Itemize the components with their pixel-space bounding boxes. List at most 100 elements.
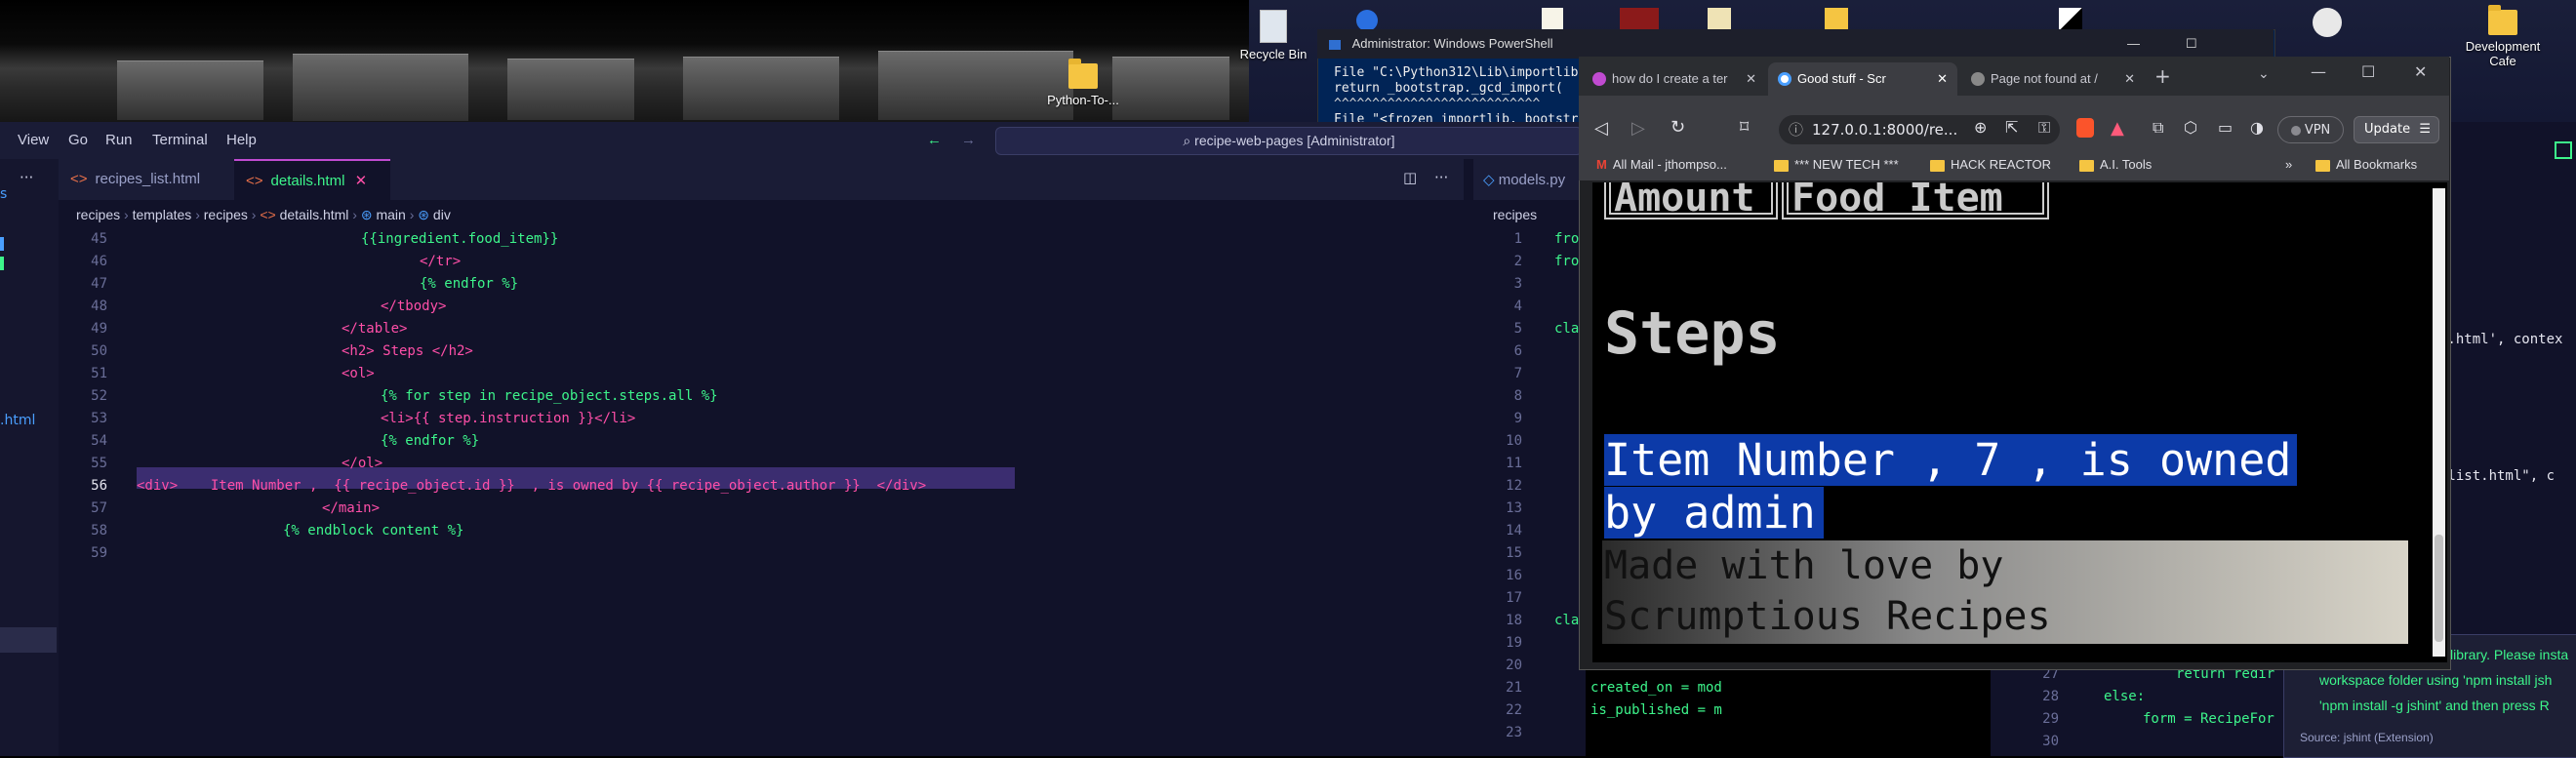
line-number: 57 <box>91 500 107 516</box>
close-tab-icon[interactable]: ✕ <box>2124 62 2135 96</box>
code-line: <div> Item Number , {{ recipe_object.id … <box>137 478 927 494</box>
code-line: {% endfor %} <box>420 276 519 292</box>
sidebar-icon[interactable]: ▭ <box>2218 118 2233 137</box>
key-icon[interactable]: ⚿ <box>2038 118 2050 138</box>
tab-models[interactable]: ◇ models.py <box>1483 171 1565 188</box>
page-viewport[interactable]: Amount Food Item Steps Item Number , 7 ,… <box>1592 182 2447 662</box>
line-number: 2 <box>1513 254 1522 269</box>
command-center[interactable]: ⌕ recipe-web-pages [Administrator] <box>995 127 1583 155</box>
line-number: 4 <box>1513 299 1522 314</box>
steps-heading: Steps <box>1604 299 1781 368</box>
close-window-icon[interactable]: ✕ <box>2414 62 2427 81</box>
code-line: fro <box>1554 231 1580 247</box>
more-actions-icon[interactable]: ··· <box>1434 169 1448 186</box>
line-number: 22 <box>1506 702 1522 718</box>
bookmark-gmail[interactable]: M All Mail - jthompso... <box>1596 149 1727 180</box>
minimize-icon[interactable]: — <box>2311 62 2326 81</box>
line-number: 56 <box>91 478 107 494</box>
overflow-icon[interactable]: » <box>2285 149 2292 180</box>
menu-run[interactable]: Run <box>105 132 133 148</box>
menu-go[interactable]: Go <box>68 132 88 148</box>
extensions-icon[interactable]: ⧉ <box>2153 118 2163 138</box>
folder-icon <box>1774 159 1789 172</box>
powershell-titlebar[interactable]: Administrator: Windows PowerShell — ☐ <box>1317 29 2274 59</box>
brave-shields-icon[interactable] <box>2076 118 2094 138</box>
notification-text: workspace folder using 'npm install jsh <box>2319 672 2553 688</box>
breadcrumb-item[interactable]: templates <box>133 207 192 222</box>
desktop-icon-recycle-bin[interactable]: Recycle Bin <box>1229 10 1317 61</box>
bookmark-folder[interactable]: HACK REACTOR <box>1930 149 2051 180</box>
puzzle-icon[interactable]: ⬡ <box>2184 118 2197 137</box>
more-icon[interactable]: ··· <box>20 169 33 186</box>
vpn-button[interactable]: VPN <box>2277 116 2344 143</box>
line-number: 9 <box>1513 411 1522 426</box>
activity-bar: s .html <box>0 159 59 756</box>
sidebar-file-fragment[interactable]: .html <box>0 413 35 428</box>
browser-tab-active[interactable]: Good stuff - Scr ✕ <box>1768 62 1957 96</box>
breadcrumb-item[interactable]: main <box>376 207 405 222</box>
forward-icon[interactable]: ▷ <box>1631 118 1645 139</box>
back-icon[interactable]: ◁ <box>1594 118 1608 139</box>
close-tab-icon[interactable]: ✕ <box>1937 62 1948 96</box>
bookmark-folder[interactable]: *** NEW TECH *** <box>1774 149 1899 180</box>
wallet-icon[interactable]: ◑ <box>2250 118 2264 137</box>
line-number: 45 <box>91 231 107 247</box>
right-breadcrumb: recipes <box>1473 200 1586 229</box>
code-line: <ol> <box>342 366 375 381</box>
tab-details[interactable]: <> details.html ✕ <box>234 159 390 200</box>
line-number: 18 <box>1506 613 1522 628</box>
menu-terminal[interactable]: Terminal <box>152 132 208 148</box>
bookmark-icon[interactable]: ⌑ <box>1740 117 1749 138</box>
code-editor-bottom[interactable]: 27 return redir 28 else: 29 form = Recip… <box>1991 658 2283 756</box>
breadcrumb-item[interactable]: details.html <box>280 207 349 222</box>
layout-icon[interactable] <box>2555 141 2572 159</box>
forward-arrow-icon[interactable]: → <box>961 132 976 148</box>
tab-search-icon[interactable]: ⌄ <box>2258 66 2270 82</box>
owner-line: Item Number , 7 , is owned <box>1604 434 2298 486</box>
code-line: {% endfor %} <box>381 433 480 449</box>
breadcrumb: recipes › templates › recipes › <> detai… <box>76 207 451 222</box>
code-line: cla <box>1554 321 1580 337</box>
page-scrollbar[interactable] <box>2433 188 2445 657</box>
browser-tab[interactable]: how do I create a ter ✕ <box>1583 62 1764 96</box>
globe-icon <box>1971 72 1985 86</box>
line-number: 59 <box>91 545 107 561</box>
code-line: created_on = mod <box>1590 680 1722 696</box>
folder-icon <box>1930 159 1945 172</box>
line-number: 14 <box>1506 523 1522 539</box>
menu-view[interactable]: View <box>18 132 49 148</box>
share-icon[interactable]: ⇱ <box>2005 118 2018 137</box>
all-bookmarks[interactable]: All Bookmarks <box>2315 149 2417 180</box>
update-button[interactable]: Update ☰ <box>2354 116 2439 143</box>
split-editor-icon[interactable]: ◫ <box>1403 169 1417 186</box>
maximize-icon[interactable]: ☐ <box>2186 29 2197 59</box>
close-tab-icon[interactable]: ✕ <box>1746 62 1756 96</box>
menu-help[interactable]: Help <box>226 132 257 148</box>
brave-rewards-icon[interactable]: ▲ <box>2111 118 2124 139</box>
footer: Made with love by Scrumptious Recipes <box>1602 540 2408 644</box>
reload-icon[interactable]: ↻ <box>1670 117 1685 138</box>
line-number: 12 <box>1506 478 1522 494</box>
bookmark-folder[interactable]: A.I. Tools <box>2079 149 2152 180</box>
breadcrumb-item[interactable]: recipes <box>204 207 248 222</box>
close-icon[interactable]: ✕ <box>355 173 368 189</box>
new-tab-icon[interactable]: + <box>2154 64 2171 88</box>
back-arrow-icon[interactable]: ← <box>927 132 942 148</box>
maximize-icon[interactable]: ☐ <box>2361 62 2375 81</box>
browser-tab[interactable]: Page not found at / ✕ <box>1961 62 2143 96</box>
breadcrumb-item[interactable]: recipes <box>1493 207 1537 222</box>
globe-icon <box>1778 72 1791 86</box>
menu-bar: View Go Run Terminal Help ← → ⌕ recipe-w… <box>0 122 1586 159</box>
zoom-icon[interactable]: ⊕ <box>1974 118 1987 137</box>
code-line: </tbody> <box>381 299 447 314</box>
line-number: 55 <box>91 456 107 471</box>
code-line: form = RecipeFor <box>2143 711 2274 727</box>
desktop-icon-python[interactable]: Python-To-... <box>1039 59 1127 107</box>
breadcrumb-item[interactable]: recipes <box>76 207 120 222</box>
desktop-icon-development[interactable]: Development Cafe <box>2459 5 2547 68</box>
minimize-icon[interactable]: — <box>2127 29 2140 59</box>
code-line: cla <box>1554 613 1580 628</box>
tab-recipes-list[interactable]: <> recipes_list.html <box>59 159 212 200</box>
line-number: 23 <box>1506 725 1522 740</box>
breadcrumb-item[interactable]: div <box>433 207 451 222</box>
